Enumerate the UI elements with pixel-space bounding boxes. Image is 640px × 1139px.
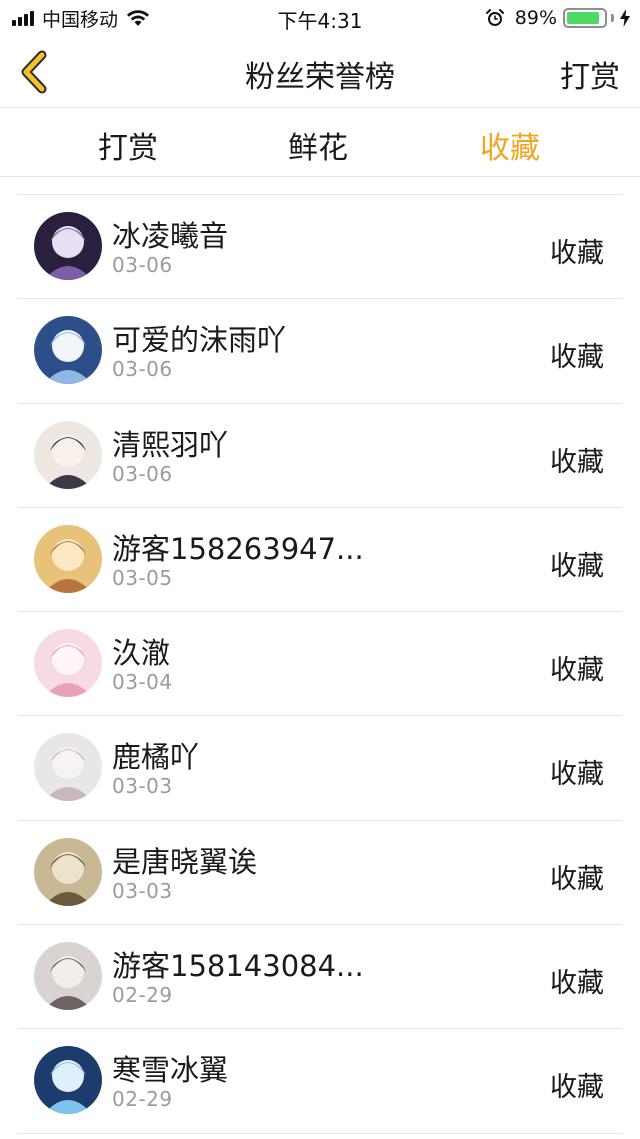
list-item[interactable]: 游客158263947... 03-05 收藏	[18, 508, 622, 613]
fan-name: 寒雪冰翼	[112, 1053, 229, 1088]
status-right: 89%	[485, 6, 630, 30]
fan-action-label: 收藏	[550, 759, 604, 791]
battery-cap	[611, 14, 614, 22]
list-item[interactable]: 鹿橘吖 03-03 收藏	[18, 716, 622, 821]
tab-bar: 打赏 鲜花 收藏	[0, 109, 640, 177]
fan-date: 03-06	[112, 357, 173, 382]
fan-action-label: 收藏	[550, 1072, 604, 1104]
avatar[interactable]	[34, 524, 102, 593]
avatar[interactable]	[34, 733, 102, 802]
fan-action-label: 收藏	[550, 968, 604, 1000]
alarm-icon	[485, 9, 504, 26]
list-item[interactable]: 是唐晓翼诶 03-03 收藏	[18, 821, 622, 926]
avatar[interactable]	[34, 212, 102, 280]
fan-name: 可爱的沫雨吖	[112, 323, 287, 358]
fan-name: 游客158263947...	[112, 531, 364, 566]
list-item[interactable]: 可爱的沫雨吖 03-06 收藏	[18, 299, 622, 404]
avatar[interactable]	[34, 316, 102, 385]
avatar[interactable]	[34, 420, 102, 489]
fan-date: 03-05	[112, 565, 173, 590]
fan-list[interactable]: 冰凌曦音 03-06 收藏 可爱的沫雨吖 03-06 收藏 清熙羽吖 03-06 收藏 游客158…	[0, 195, 640, 1134]
reward-button[interactable]: 打赏	[560, 52, 620, 96]
fan-date: 03-03	[112, 774, 173, 799]
fan-action-label: 收藏	[550, 342, 604, 374]
fan-date: 02-29	[112, 1087, 173, 1112]
list-item[interactable]: 寒雪冰翼 02-29 收藏	[18, 1029, 622, 1134]
fan-action-label: 收藏	[550, 550, 604, 582]
fan-date: 03-03	[112, 878, 173, 903]
fan-date: 03-06	[112, 461, 173, 486]
nav-bar: 粉丝荣誉榜 打赏	[0, 36, 640, 108]
status-bar: 中国移动 下午4:31 89%	[0, 0, 640, 36]
tab-reward[interactable]: 打赏	[48, 123, 208, 167]
fan-name: 鹿橘吖	[112, 740, 200, 775]
fan-date: 03-06	[112, 253, 173, 277]
battery-icon	[563, 8, 607, 28]
fan-date: 03-04	[112, 670, 173, 695]
fan-date: 02-29	[112, 983, 173, 1008]
avatar[interactable]	[34, 942, 102, 1011]
tab-favorites[interactable]: 收藏	[430, 123, 590, 167]
list-item[interactable]: 清熙羽吖 03-06 收藏	[18, 404, 622, 508]
avatar[interactable]	[34, 837, 102, 906]
fan-name: 冰凌曦音	[112, 219, 229, 253]
fan-name: 清熙羽吖	[112, 427, 229, 462]
fan-action-label: 收藏	[550, 446, 604, 478]
fan-name: 是唐晓翼诶	[112, 844, 258, 879]
avatar[interactable]	[34, 629, 102, 698]
fan-name: 游客158143084...	[112, 949, 364, 984]
fan-action-label: 收藏	[550, 655, 604, 687]
fan-action-label: 收藏	[550, 238, 604, 269]
avatar[interactable]	[34, 1046, 102, 1115]
tab-flowers[interactable]: 鲜花	[238, 123, 398, 167]
fan-action-label: 收藏	[550, 863, 604, 895]
list-item[interactable]: 汣澈 03-04 收藏	[18, 612, 622, 717]
charging-icon	[620, 9, 630, 27]
fan-name: 汣澈	[112, 636, 171, 671]
battery-fill	[567, 12, 600, 24]
page-title: 粉丝荣誉榜	[245, 60, 395, 95]
list-item[interactable]: 冰凌曦音 03-06 收藏	[18, 195, 622, 300]
list-item[interactable]: 游客158143084... 02-29 收藏	[18, 925, 622, 1030]
battery-percent: 89%	[514, 7, 557, 29]
